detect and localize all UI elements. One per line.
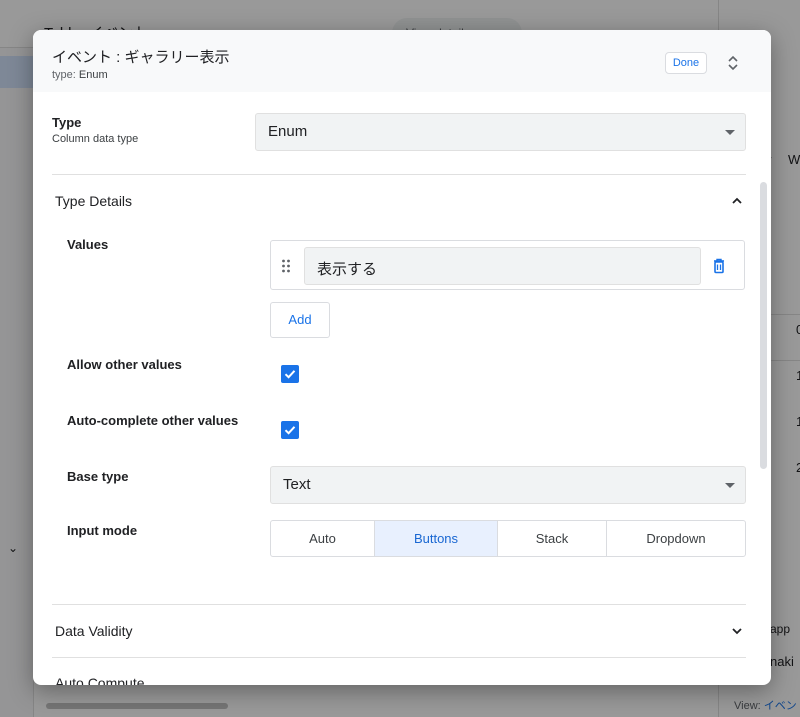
section-divider	[52, 604, 746, 605]
trash-icon[interactable]	[711, 257, 727, 275]
input-mode-stack[interactable]: Stack	[498, 521, 607, 556]
expand-collapse-icon[interactable]	[723, 52, 743, 74]
allow-other-values-label: Allow other values	[67, 357, 182, 372]
column-edit-dialog: イベント : ギャラリー表示 type: Enum Done Type Colu…	[33, 30, 771, 685]
dropdown-caret-icon	[725, 483, 735, 488]
dialog-subtitle: type: Enum	[52, 69, 108, 81]
input-mode-auto[interactable]: Auto	[271, 521, 375, 556]
section-divider	[52, 174, 746, 175]
dropdown-caret-icon	[725, 130, 735, 135]
subtitle-key: type:	[52, 69, 76, 81]
base-type-value: Text	[283, 476, 311, 493]
auto-compute-header[interactable]: Auto Compute	[55, 675, 145, 685]
type-help-text: Column data type	[52, 133, 139, 145]
type-select[interactable]: Enum	[255, 113, 746, 151]
allow-other-values-checkbox[interactable]	[281, 365, 299, 383]
type-select-value: Enum	[268, 123, 308, 140]
dialog-title: イベント : ギャラリー表示	[52, 49, 230, 66]
input-mode-buttons[interactable]: Buttons	[375, 521, 498, 556]
auto-complete-label: Auto-complete other values	[67, 413, 239, 428]
values-list: 表示する	[270, 240, 745, 290]
value-input[interactable]: 表示する	[304, 247, 701, 285]
chevron-down-icon[interactable]	[730, 624, 744, 638]
dialog-header: イベント : ギャラリー表示 type: Enum Done	[33, 30, 771, 92]
subtitle-value: Enum	[78, 69, 108, 81]
base-type-select[interactable]: Text	[270, 466, 746, 504]
input-mode-segmented-control: Auto Buttons Stack Dropdown	[270, 520, 746, 557]
checkmark-icon	[284, 426, 296, 435]
values-label: Values	[67, 237, 109, 252]
type-details-header[interactable]: Type Details	[55, 193, 132, 209]
type-label: Type	[52, 115, 82, 130]
section-divider	[52, 657, 746, 658]
auto-complete-checkbox[interactable]	[281, 421, 299, 439]
dialog-scrollbar[interactable]	[760, 182, 767, 469]
data-validity-header[interactable]: Data Validity	[55, 623, 133, 639]
done-button[interactable]: Done	[665, 52, 707, 74]
chevron-up-icon[interactable]	[730, 194, 744, 208]
drag-handle-icon[interactable]	[281, 258, 291, 274]
add-value-button[interactable]: Add	[270, 302, 330, 338]
checkmark-icon	[284, 370, 296, 379]
input-mode-dropdown[interactable]: Dropdown	[607, 521, 745, 556]
input-mode-label: Input mode	[67, 523, 138, 538]
base-type-label: Base type	[67, 469, 129, 484]
